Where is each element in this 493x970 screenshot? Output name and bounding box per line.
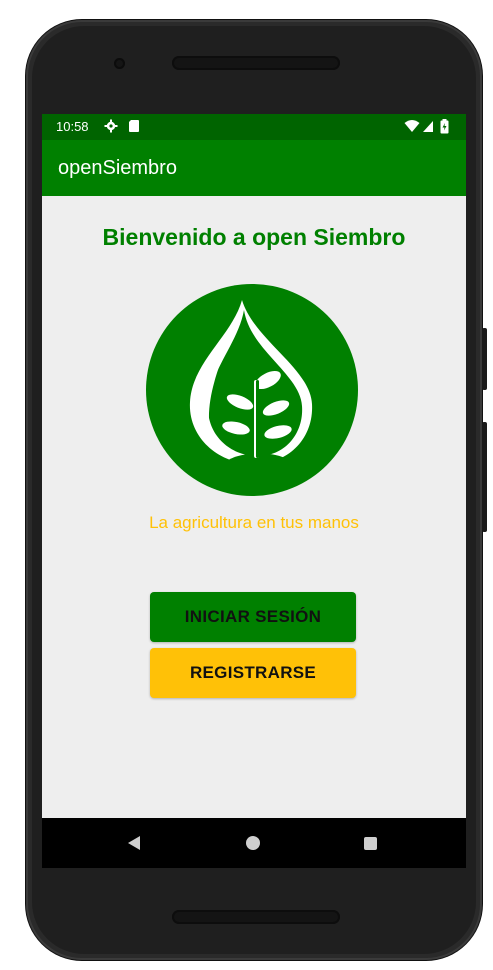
app-title: openSiembro	[58, 157, 177, 179]
signal-icon	[422, 119, 434, 136]
register-button[interactable]: REGISTRARSE	[150, 648, 356, 698]
navigation-bar	[42, 818, 466, 868]
volume-button	[482, 422, 487, 532]
status-bar: 10:58	[42, 114, 466, 140]
home-icon[interactable]	[246, 836, 260, 850]
recents-icon[interactable]	[364, 837, 377, 850]
power-button	[482, 328, 487, 390]
welcome-title: Bienvenido a open Siembro	[102, 224, 406, 250]
water-drop-plant-icon	[146, 284, 358, 496]
sd-card-icon	[128, 119, 140, 136]
status-time: 10:58	[56, 119, 89, 134]
wifi-icon	[404, 119, 420, 136]
app-bar: openSiembro	[42, 140, 466, 196]
bottom-speaker	[172, 910, 340, 924]
top-speaker	[172, 56, 340, 70]
battery-icon	[440, 119, 449, 137]
app-screen: 10:58 openSiembro Bienvenido a open Siem…	[42, 114, 466, 868]
back-icon[interactable]	[128, 836, 140, 850]
tagline: La agricultura en tus manos	[149, 513, 359, 532]
front-camera	[114, 58, 125, 69]
settings-icon	[104, 119, 118, 136]
login-button[interactable]: INICIAR SESIÓN	[150, 592, 356, 642]
